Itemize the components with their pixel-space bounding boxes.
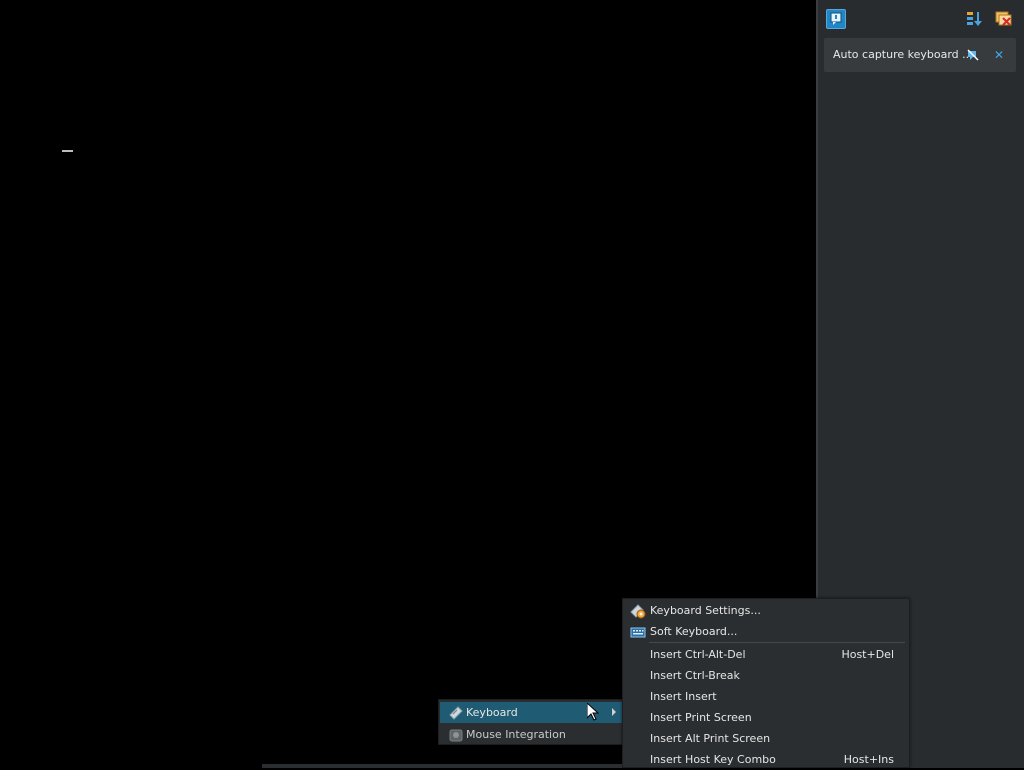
menu-item-shortcut: Host+Del	[841, 648, 894, 661]
keyboard-icon	[448, 705, 464, 721]
menu-item-insert-ctrl-break[interactable]: Insert Ctrl-Break	[624, 665, 908, 686]
menu-item-insert-print-screen[interactable]: Insert Print Screen	[624, 707, 908, 728]
menu-separator	[649, 642, 905, 643]
clear-all-icon	[995, 11, 1012, 26]
menu-item-insert-host-key-combo[interactable]: Insert Host Key Combo Host+Ins	[624, 749, 908, 770]
menu-item-label: Insert Host Key Combo	[650, 753, 776, 766]
menu-item-keyboard-settings[interactable]: Keyboard Settings...	[624, 600, 908, 621]
dont-show-again-icon	[967, 49, 979, 61]
menu-item-shortcut: Host+Ins	[843, 753, 894, 766]
menu-item-label: Mouse Integration	[466, 728, 566, 741]
clear-all-icon[interactable]	[994, 9, 1014, 29]
sort-icon[interactable]	[964, 9, 984, 29]
menu-item-mouse-integration[interactable]: Mouse Integration	[440, 724, 622, 745]
menu-item-label: Insert Print Screen	[650, 711, 752, 724]
keyboard-submenu: Keyboard Settings... Soft Keyboard... In…	[622, 598, 910, 768]
menu-item-label: Insert Insert	[650, 690, 717, 703]
menu-item-insert-alt-print-screen[interactable]: Insert Alt Print Screen	[624, 728, 908, 749]
menu-item-insert-ctrl-alt-del[interactable]: Insert Ctrl-Alt-Del Host+Del	[624, 644, 908, 665]
menu-item-label: Insert Ctrl-Alt-Del	[650, 648, 746, 661]
sort-icon	[967, 12, 982, 26]
text-cursor	[62, 150, 73, 152]
notification-center-icon	[830, 12, 842, 25]
status-bar-edge	[262, 764, 622, 768]
menu-item-label: Soft Keyboard...	[650, 625, 738, 638]
keyboard-settings-icon	[630, 603, 646, 619]
mouse-integration-icon	[448, 727, 464, 743]
mouse-pointer-icon	[587, 703, 599, 721]
menu-item-label: Keyboard	[466, 706, 518, 719]
menu-item-label: Keyboard Settings...	[650, 604, 761, 617]
notification-toolbar	[818, 0, 1024, 36]
notification-center-icon[interactable]	[826, 9, 846, 29]
menu-item-label: Insert Ctrl-Break	[650, 669, 740, 682]
menu-item-insert-insert[interactable]: Insert Insert	[624, 686, 908, 707]
dont-show-again-icon[interactable]	[966, 48, 980, 62]
notification-card: Auto capture keyboard ... ✕	[824, 38, 1016, 72]
soft-keyboard-icon	[630, 624, 646, 640]
submenu-arrow-icon	[612, 708, 616, 716]
menu-item-label: Insert Alt Print Screen	[650, 732, 771, 745]
notification-text: Auto capture keyboard ...	[833, 48, 973, 61]
close-icon[interactable]: ✕	[992, 48, 1006, 62]
menu-item-soft-keyboard[interactable]: Soft Keyboard...	[624, 621, 908, 642]
